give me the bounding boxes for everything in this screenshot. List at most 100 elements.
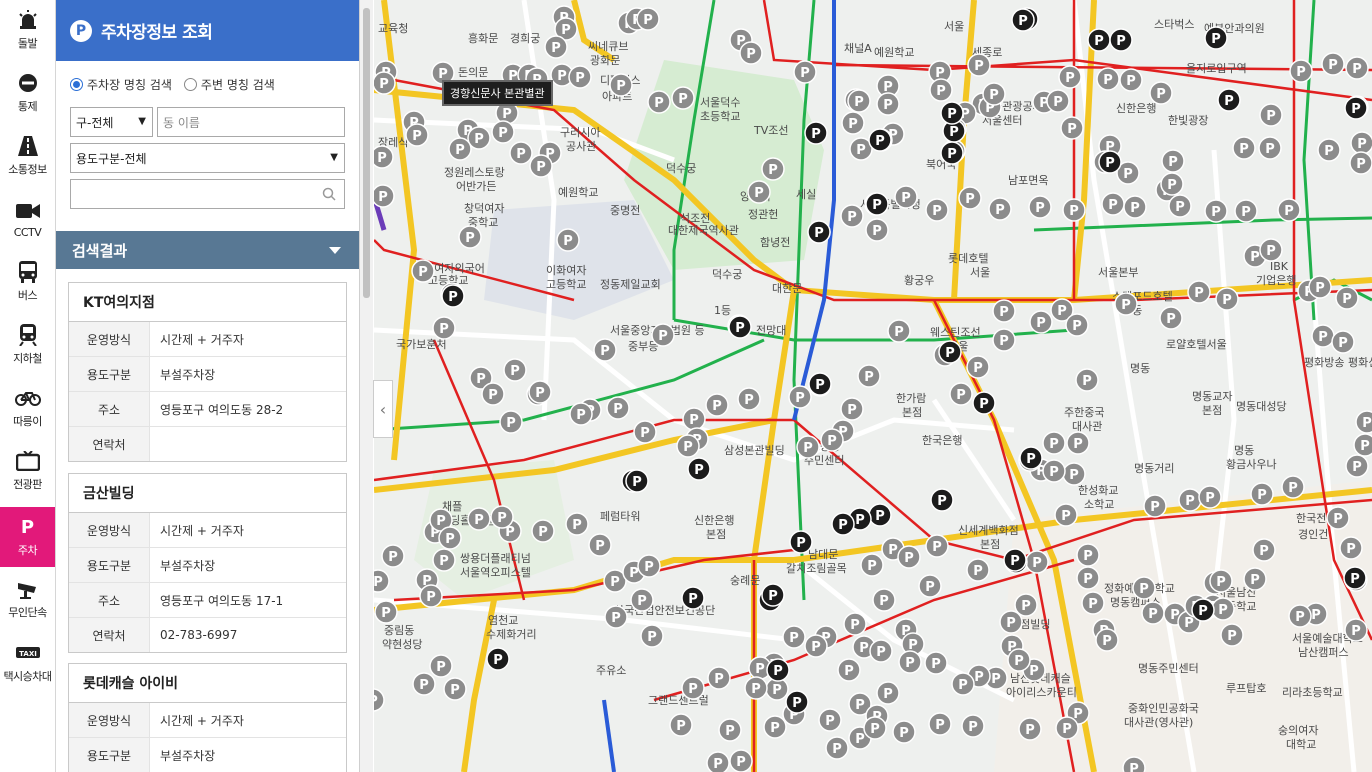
parking-marker-icon[interactable]: P [788, 385, 812, 409]
parking-marker-icon[interactable]: P [1232, 136, 1256, 160]
parking-marker-icon[interactable]: P [860, 553, 884, 577]
parking-marker-icon[interactable]: P [892, 720, 916, 744]
parking-marker-icon[interactable]: P [1344, 96, 1368, 120]
rail-item-sign[interactable]: 전광판 [0, 441, 55, 501]
parking-marker-icon[interactable]: P [929, 78, 953, 102]
parking-marker-icon[interactable]: P [876, 92, 900, 116]
parking-marker-icon[interactable]: P [831, 512, 855, 536]
parking-marker-icon[interactable]: P [1143, 494, 1167, 518]
keyword-search-input[interactable] [70, 179, 345, 209]
parking-marker-icon[interactable]: P [1321, 52, 1345, 76]
parking-marker-icon[interactable]: P [958, 186, 982, 210]
parking-marker-icon[interactable]: P [625, 469, 649, 493]
parking-marker-icon[interactable]: P [988, 197, 1012, 221]
parking-marker-icon[interactable]: P [972, 391, 996, 415]
parking-marker-icon[interactable]: P [630, 588, 654, 612]
parking-marker-icon[interactable]: P [1055, 716, 1079, 740]
parking-marker-icon[interactable]: P [1343, 566, 1367, 590]
parking-marker-icon[interactable]: P [1355, 410, 1372, 434]
parking-marker-icon[interactable]: P [718, 718, 742, 742]
parking-marker-icon[interactable]: P [1018, 717, 1042, 741]
parking-marker-icon[interactable]: P [1087, 28, 1111, 52]
rail-item-bike[interactable]: 따릉이 [0, 378, 55, 438]
parking-marker-icon[interactable]: P [1234, 199, 1258, 223]
parking-marker-icon[interactable]: P [1311, 324, 1335, 348]
parking-marker-icon[interactable]: P [509, 141, 533, 165]
parking-marker-icon[interactable]: P [1114, 292, 1138, 316]
parking-marker-icon[interactable]: P [411, 259, 435, 283]
parking-marker-icon[interactable]: P [876, 681, 900, 705]
parking-marker-icon[interactable]: P [940, 141, 964, 165]
rail-item-parking[interactable]: P 주차 [0, 507, 55, 567]
parking-marker-icon[interactable]: P [1076, 543, 1100, 567]
rail-item-incident[interactable]: 돌발 [0, 0, 55, 60]
parking-marker-icon[interactable]: P [374, 145, 394, 169]
parking-marker-icon[interactable]: P [687, 457, 711, 481]
parking-marker-icon[interactable]: P [737, 387, 761, 411]
parking-marker-icon[interactable]: P [918, 574, 942, 598]
parking-marker-icon[interactable]: P [966, 355, 990, 379]
parking-marker-icon[interactable]: P [793, 60, 817, 84]
parking-marker-icon[interactable]: P [1132, 576, 1156, 600]
parking-marker-icon[interactable]: P [1123, 195, 1147, 219]
parking-marker-icon[interactable]: P [925, 198, 949, 222]
parking-marker-icon[interactable]: P [1339, 536, 1363, 560]
parking-marker-icon[interactable]: P [951, 672, 975, 696]
parking-marker-icon[interactable]: P [529, 154, 553, 178]
parking-marker-icon[interactable]: P [1122, 756, 1146, 772]
parking-marker-icon[interactable]: P [432, 548, 456, 572]
parking-marker-icon[interactable]: P [1259, 103, 1283, 127]
parking-marker-icon[interactable]: P [374, 569, 390, 593]
parking-marker-icon[interactable]: P [1058, 65, 1082, 89]
parking-marker-icon[interactable]: P [1101, 192, 1125, 216]
parking-marker-icon[interactable]: P [419, 584, 443, 608]
parking-marker-icon[interactable]: P [1344, 618, 1368, 642]
parking-marker-icon[interactable]: P [1317, 138, 1341, 162]
parking-marker-icon[interactable]: P [429, 654, 453, 678]
parking-marker-icon[interactable]: P [1191, 598, 1215, 622]
parking-marker-icon[interactable]: P [804, 121, 828, 145]
parking-marker-icon[interactable]: P [1345, 454, 1369, 478]
parking-marker-icon[interactable]: P [676, 434, 700, 458]
parking-marker-icon[interactable]: P [1159, 306, 1183, 330]
parking-marker-icon[interactable]: P [928, 712, 952, 736]
parking-marker-icon[interactable]: P [1025, 550, 1049, 574]
parking-marker-icon[interactable]: P [1014, 593, 1038, 617]
parking-marker-icon[interactable]: P [1003, 548, 1027, 572]
parking-marker-icon[interactable]: P [441, 284, 465, 308]
result-card[interactable]: KT여의지점 운영방식 시간제 + 거주자 용도구분 부설주차장 주소 영등포구 여의… [68, 282, 347, 462]
parking-marker-icon[interactable]: P [897, 545, 921, 569]
parking-marker-icon[interactable]: P [1029, 310, 1053, 334]
parking-marker-icon[interactable]: P [1281, 475, 1305, 499]
parking-marker-icon[interactable]: P [820, 428, 844, 452]
parking-marker-icon[interactable]: P [1220, 623, 1244, 647]
result-card[interactable]: 롯데캐슬 아이비 운영방식 시간제 + 거주자 용도구분 부설주차장 [68, 663, 347, 772]
parking-marker-icon[interactable]: P [609, 73, 633, 97]
parking-marker-icon[interactable]: P [1209, 569, 1233, 593]
parking-marker-icon[interactable]: P [924, 651, 948, 675]
parking-marker-icon[interactable]: P [503, 358, 527, 382]
parking-marker-icon[interactable]: P [807, 220, 831, 244]
radio-around-search[interactable]: 주변 명칭 검색 [183, 76, 275, 93]
parking-marker-icon[interactable]: P [992, 328, 1016, 352]
parking-marker-icon[interactable]: P [443, 677, 467, 701]
parking-marker-icon[interactable]: P [925, 534, 949, 558]
results-header[interactable]: 검색결과 [56, 231, 359, 269]
parking-marker-icon[interactable]: P [865, 192, 889, 216]
parking-marker-icon[interactable]: P [837, 658, 861, 682]
parking-marker-icon[interactable]: P [1168, 194, 1192, 218]
parking-marker-icon[interactable]: P [1007, 648, 1031, 672]
parking-marker-icon[interactable]: P [640, 624, 664, 648]
parking-marker-icon[interactable]: P [1349, 151, 1372, 175]
parking-marker-icon[interactable]: P [789, 530, 813, 554]
parking-marker-icon[interactable]: P [863, 716, 887, 740]
parking-marker-icon[interactable]: P [1076, 566, 1100, 590]
parking-marker-icon[interactable]: P [1187, 280, 1211, 304]
parking-marker-icon[interactable]: P [1075, 368, 1099, 392]
parking-marker-icon[interactable]: P [556, 228, 580, 252]
parking-marker-icon[interactable]: P [1062, 198, 1086, 222]
parking-marker-icon[interactable]: P [1119, 68, 1143, 92]
parking-marker-icon[interactable]: P [374, 184, 395, 208]
parking-marker-icon[interactable]: P [1277, 198, 1301, 222]
parking-marker-icon[interactable]: P [1060, 116, 1084, 140]
